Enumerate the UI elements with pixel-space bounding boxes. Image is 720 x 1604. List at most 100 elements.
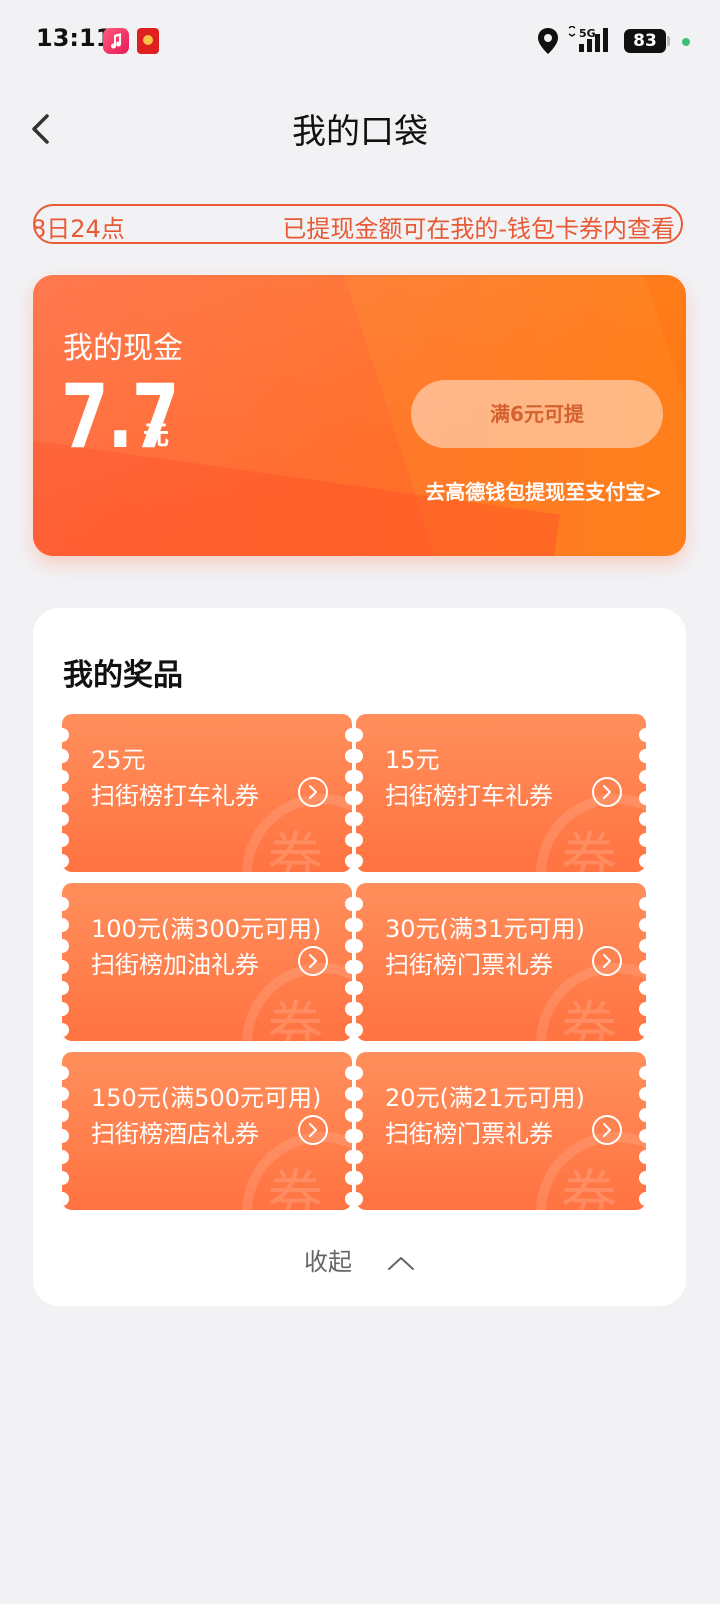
coupon-notch <box>345 833 352 847</box>
coupon-stamp-char: 券 <box>267 1165 323 1210</box>
coupon-notch <box>62 1087 69 1101</box>
status-bar: 13:11 5G 83 <box>0 0 720 84</box>
coupon-notch <box>62 770 69 784</box>
cash-label: 我的现金 <box>63 331 183 366</box>
page-title: 我的口袋 <box>292 112 428 152</box>
coupon-notch <box>639 1192 646 1206</box>
signal-icon: 5G <box>567 25 615 58</box>
coupon-notch <box>345 897 352 911</box>
coupon-notch <box>356 1002 363 1016</box>
coupon-notch <box>356 791 363 805</box>
notice-text-right: 已提现金额可在我的-钱包卡券内查看 <box>282 215 675 243</box>
status-time: 13:11 <box>36 24 113 52</box>
coupon-card[interactable]: 券 150元(满500元可用) 扫街榜酒店礼券 <box>62 1052 352 1210</box>
coupon-name: 扫街榜打车礼券 <box>91 782 259 810</box>
wallet-withdraw-link[interactable]: 去高德钱包提现至支付宝> <box>425 476 662 505</box>
coupon-notch <box>639 1002 646 1016</box>
coupon-notch <box>356 854 363 868</box>
chevron-right-circle-icon[interactable] <box>592 1115 622 1145</box>
coupon-notch <box>356 1150 363 1164</box>
chevron-right-circle-icon[interactable] <box>592 777 622 807</box>
coupon-amount: 20元(满21元可用) <box>385 1084 585 1112</box>
coupon-stamp-char: 券 <box>561 827 617 872</box>
coupon-notch <box>356 1129 363 1143</box>
coupon-notch <box>356 1192 363 1206</box>
coupon-notch <box>62 854 69 868</box>
music-app-icon <box>103 28 129 54</box>
coupon-notch <box>345 770 352 784</box>
notice-text-left: 8日24点 <box>33 215 125 243</box>
coupon-stamp-char: 券 <box>561 996 617 1041</box>
coupon-notch <box>345 981 352 995</box>
battery-indicator: 83 <box>624 29 666 53</box>
coupon-notch <box>62 728 69 742</box>
coupon-stamp-char: 券 <box>267 827 323 872</box>
coupon-notch <box>356 1108 363 1122</box>
coupon-notch <box>356 960 363 974</box>
coupon-notch <box>345 1002 352 1016</box>
coupon-notch <box>62 1129 69 1143</box>
coupon-notch <box>345 918 352 932</box>
coupon-notch <box>345 1192 352 1206</box>
coupon-notch <box>639 1087 646 1101</box>
red-packet-icon <box>137 28 159 54</box>
coupon-card[interactable]: 券 100元(满300元可用) 扫街榜加油礼券 <box>62 883 352 1041</box>
coupon-amount: 25元 <box>91 746 146 774</box>
coupon-notch <box>356 1171 363 1185</box>
coupon-notch <box>639 939 646 953</box>
coupon-notch <box>345 960 352 974</box>
coupon-name: 扫街榜酒店礼券 <box>91 1120 259 1148</box>
withdraw-button[interactable]: 满6元可提 <box>411 380 663 448</box>
coupon-notch <box>62 1150 69 1164</box>
coupon-notch <box>639 749 646 763</box>
coupon-notch <box>639 1129 646 1143</box>
coupon-amount: 150元(满500元可用) <box>91 1084 322 1112</box>
coupon-notch <box>345 1087 352 1101</box>
prizes-card: 我的奖品 券 25元 扫街榜打车礼券 券 15元 扫街榜打车礼券 券 100元(… <box>33 608 686 1306</box>
coupon-notch <box>62 939 69 953</box>
coupon-notch <box>639 1150 646 1164</box>
coupon-notch <box>639 1171 646 1185</box>
coupon-card[interactable]: 券 25元 扫街榜打车礼券 <box>62 714 352 872</box>
coupon-notch <box>62 1002 69 1016</box>
coupon-name: 扫街榜打车礼券 <box>385 782 553 810</box>
coupon-card[interactable]: 券 15元 扫街榜打车礼券 <box>356 714 646 872</box>
coupon-notch <box>62 1108 69 1122</box>
coupon-notch <box>639 770 646 784</box>
coupon-name: 扫街榜加油礼券 <box>91 951 259 979</box>
coupon-notch <box>639 918 646 932</box>
coupon-notch <box>62 833 69 847</box>
coupon-notch <box>639 1108 646 1122</box>
chevron-right-circle-icon[interactable] <box>592 946 622 976</box>
coupon-notch <box>639 791 646 805</box>
prizes-title: 我的奖品 <box>63 658 183 693</box>
coupon-notch <box>62 960 69 974</box>
coupon-amount: 30元(满31元可用) <box>385 915 585 943</box>
coupon-notch <box>356 770 363 784</box>
coupon-notch <box>356 897 363 911</box>
coupon-notch <box>62 1171 69 1185</box>
chevron-right-circle-icon[interactable] <box>298 777 328 807</box>
chevron-right-circle-icon[interactable] <box>298 1115 328 1145</box>
coupon-stamp-char: 券 <box>267 996 323 1041</box>
coupon-notch <box>345 1150 352 1164</box>
coupon-amount: 15元 <box>385 746 440 774</box>
coupon-notch <box>639 854 646 868</box>
coupon-notch <box>356 981 363 995</box>
coupon-notch <box>62 1023 69 1037</box>
coupon-notch <box>345 812 352 826</box>
coupon-notch <box>356 812 363 826</box>
coupon-card[interactable]: 券 20元(满21元可用) 扫街榜门票礼券 <box>356 1052 646 1210</box>
chevron-right-circle-icon[interactable] <box>298 946 328 976</box>
coupon-notch <box>639 728 646 742</box>
coupon-card[interactable]: 券 30元(满31元可用) 扫街榜门票礼券 <box>356 883 646 1041</box>
collapse-button[interactable]: 收起 <box>33 1242 686 1277</box>
coupon-notch <box>356 833 363 847</box>
coupon-notch <box>639 1023 646 1037</box>
coupon-notch <box>345 1171 352 1185</box>
coupon-notch <box>62 981 69 995</box>
coupon-name: 扫街榜门票礼券 <box>385 1120 553 1148</box>
coupon-notch <box>62 918 69 932</box>
coupon-notch <box>345 939 352 953</box>
collapse-label: 收起 <box>303 1248 352 1276</box>
